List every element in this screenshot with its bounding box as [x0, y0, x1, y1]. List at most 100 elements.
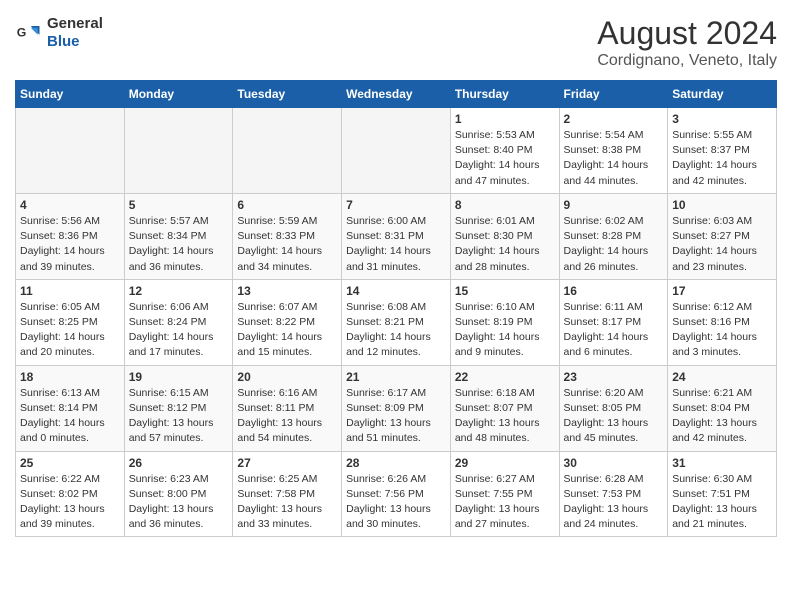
calendar-day-cell — [233, 108, 342, 194]
day-number: 1 — [455, 112, 555, 126]
day-number: 17 — [672, 284, 772, 298]
day-number: 25 — [20, 456, 120, 470]
day-info: Sunrise: 6:12 AM Sunset: 8:16 PM Dayligh… — [672, 300, 772, 361]
day-info: Sunrise: 6:06 AM Sunset: 8:24 PM Dayligh… — [129, 300, 229, 361]
day-number: 30 — [564, 456, 664, 470]
day-number: 5 — [129, 198, 229, 212]
calendar-week-row: 1Sunrise: 5:53 AM Sunset: 8:40 PM Daylig… — [16, 108, 777, 194]
day-number: 27 — [237, 456, 337, 470]
day-number: 14 — [346, 284, 446, 298]
calendar-week-row: 4Sunrise: 5:56 AM Sunset: 8:36 PM Daylig… — [16, 193, 777, 279]
calendar-day-cell: 4Sunrise: 5:56 AM Sunset: 8:36 PM Daylig… — [16, 193, 125, 279]
calendar-day-cell — [124, 108, 233, 194]
day-number: 10 — [672, 198, 772, 212]
day-info: Sunrise: 6:02 AM Sunset: 8:28 PM Dayligh… — [564, 214, 664, 275]
calendar-day-cell: 5 Sunrise: 5:57 AM Sunset: 8:34 PM Daylig… — [124, 193, 233, 279]
calendar-day-cell: 14 Sunrise: 6:08 AM Sunset: 8:21 PM Dayli… — [342, 279, 451, 365]
day-info: Sunrise: 6:17 AM Sunset: 8:09 PM Dayligh… — [346, 386, 446, 447]
day-number: 11 — [20, 284, 120, 298]
weekday-header-wednesday: Wednesday — [342, 81, 451, 108]
calendar-day-cell: 26Sunrise: 6:23 AM Sunset: 8:00 PM Dayli… — [124, 451, 233, 537]
day-number: 2 — [564, 112, 664, 126]
calendar-day-cell: 2Sunrise: 5:54 AM Sunset: 8:38 PM Daylig… — [559, 108, 668, 194]
calendar-day-cell: 9 Sunrise: 6:02 AM Sunset: 8:28 PM Daylig… — [559, 193, 668, 279]
weekday-header-sunday: Sunday — [16, 81, 125, 108]
calendar-table: SundayMondayTuesdayWednesdayThursdayFrid… — [15, 80, 777, 537]
weekday-header-saturday: Saturday — [668, 81, 777, 108]
day-number: 24 — [672, 370, 772, 384]
calendar-week-row: 18 Sunrise: 6:13 AM Sunset: 8:14 PM Dayli… — [16, 365, 777, 451]
day-info: Sunrise: 6:18 AM Sunset: 8:07 PM Dayligh… — [455, 386, 555, 447]
weekday-header-friday: Friday — [559, 81, 668, 108]
calendar-day-cell — [16, 108, 125, 194]
day-info: Sunrise: 5:59 AM Sunset: 8:33 PM Dayligh… — [237, 214, 337, 275]
day-info: Sunrise: 6:03 AM Sunset: 8:27 PM Dayligh… — [672, 214, 772, 275]
day-info: Sunrise: 6:27 AM Sunset: 7:55 PM Dayligh… — [455, 472, 555, 533]
day-number: 7 — [346, 198, 446, 212]
day-number: 20 — [237, 370, 337, 384]
day-info: Sunrise: 6:26 AM Sunset: 7:56 PM Dayligh… — [346, 472, 446, 533]
calendar-day-cell: 13 Sunrise: 6:07 AM Sunset: 8:22 PM Dayli… — [233, 279, 342, 365]
day-info: Sunrise: 6:20 AM Sunset: 8:05 PM Dayligh… — [564, 386, 664, 447]
calendar-day-cell: 22 Sunrise: 6:18 AM Sunset: 8:07 PM Dayli… — [450, 365, 559, 451]
calendar-day-cell: 7 Sunrise: 6:00 AM Sunset: 8:31 PM Daylig… — [342, 193, 451, 279]
day-info: Sunrise: 6:25 AM Sunset: 7:58 PM Dayligh… — [237, 472, 337, 533]
calendar-week-row: 11 Sunrise: 6:05 AM Sunset: 8:25 PM Dayli… — [16, 279, 777, 365]
day-info: Sunrise: 6:05 AM Sunset: 8:25 PM Dayligh… — [20, 300, 120, 361]
day-info: Sunrise: 6:22 AM Sunset: 8:02 PM Dayligh… — [20, 472, 120, 533]
title-block: August 2024 Cordignano, Veneto, Italy — [597, 15, 777, 70]
calendar-day-cell: 1Sunrise: 5:53 AM Sunset: 8:40 PM Daylig… — [450, 108, 559, 194]
day-info: Sunrise: 5:57 AM Sunset: 8:34 PM Dayligh… — [129, 214, 229, 275]
day-number: 23 — [564, 370, 664, 384]
day-number: 13 — [237, 284, 337, 298]
day-info: Sunrise: 5:56 AM Sunset: 8:36 PM Dayligh… — [20, 214, 120, 275]
calendar-day-cell: 8Sunrise: 6:01 AM Sunset: 8:30 PM Daylig… — [450, 193, 559, 279]
calendar-day-cell: 19Sunrise: 6:15 AM Sunset: 8:12 PM Dayli… — [124, 365, 233, 451]
day-info: Sunrise: 5:55 AM Sunset: 8:37 PM Dayligh… — [672, 128, 772, 189]
day-number: 9 — [564, 198, 664, 212]
logo-icon: G — [15, 19, 43, 47]
logo[interactable]: G General Blue — [15, 15, 103, 51]
calendar-day-cell: 12 Sunrise: 6:06 AM Sunset: 8:24 PM Dayli… — [124, 279, 233, 365]
calendar-title: August 2024 — [597, 15, 777, 52]
day-number: 21 — [346, 370, 446, 384]
page-header: G General Blue August 2024 Cordignano, V… — [15, 15, 777, 70]
day-number: 22 — [455, 370, 555, 384]
calendar-day-cell: 6 Sunrise: 5:59 AM Sunset: 8:33 PM Daylig… — [233, 193, 342, 279]
calendar-day-cell: 24Sunrise: 6:21 AM Sunset: 8:04 PM Dayli… — [668, 365, 777, 451]
calendar-day-cell: 18 Sunrise: 6:13 AM Sunset: 8:14 PM Dayli… — [16, 365, 125, 451]
calendar-day-cell: 11 Sunrise: 6:05 AM Sunset: 8:25 PM Dayli… — [16, 279, 125, 365]
day-number: 26 — [129, 456, 229, 470]
calendar-day-cell: 16Sunrise: 6:11 AM Sunset: 8:17 PM Dayli… — [559, 279, 668, 365]
logo-text-general: General — [47, 15, 103, 32]
calendar-day-cell — [342, 108, 451, 194]
calendar-day-cell: 30 Sunrise: 6:28 AM Sunset: 7:53 PM Dayli… — [559, 451, 668, 537]
day-info: Sunrise: 6:16 AM Sunset: 8:11 PM Dayligh… — [237, 386, 337, 447]
calendar-day-cell: 25 Sunrise: 6:22 AM Sunset: 8:02 PM Dayli… — [16, 451, 125, 537]
calendar-day-cell: 29Sunrise: 6:27 AM Sunset: 7:55 PM Dayli… — [450, 451, 559, 537]
day-number: 18 — [20, 370, 120, 384]
day-number: 31 — [672, 456, 772, 470]
day-number: 12 — [129, 284, 229, 298]
day-info: Sunrise: 6:00 AM Sunset: 8:31 PM Dayligh… — [346, 214, 446, 275]
day-number: 8 — [455, 198, 555, 212]
weekday-header-monday: Monday — [124, 81, 233, 108]
day-info: Sunrise: 6:08 AM Sunset: 8:21 PM Dayligh… — [346, 300, 446, 361]
day-number: 28 — [346, 456, 446, 470]
day-info: Sunrise: 6:13 AM Sunset: 8:14 PM Dayligh… — [20, 386, 120, 447]
calendar-day-cell: 17 Sunrise: 6:12 AM Sunset: 8:16 PM Dayli… — [668, 279, 777, 365]
day-info: Sunrise: 6:11 AM Sunset: 8:17 PM Dayligh… — [564, 300, 664, 361]
day-info: Sunrise: 6:30 AM Sunset: 7:51 PM Dayligh… — [672, 472, 772, 533]
day-info: Sunrise: 6:28 AM Sunset: 7:53 PM Dayligh… — [564, 472, 664, 533]
weekday-header-tuesday: Tuesday — [233, 81, 342, 108]
calendar-day-cell: 20 Sunrise: 6:16 AM Sunset: 8:11 PM Dayli… — [233, 365, 342, 451]
calendar-week-row: 25 Sunrise: 6:22 AM Sunset: 8:02 PM Dayli… — [16, 451, 777, 537]
calendar-subtitle: Cordignano, Veneto, Italy — [597, 52, 777, 70]
calendar-day-cell: 31 Sunrise: 6:30 AM Sunset: 7:51 PM Dayli… — [668, 451, 777, 537]
day-info: Sunrise: 6:07 AM Sunset: 8:22 PM Dayligh… — [237, 300, 337, 361]
calendar-day-cell: 28 Sunrise: 6:26 AM Sunset: 7:56 PM Dayli… — [342, 451, 451, 537]
day-number: 6 — [237, 198, 337, 212]
day-info: Sunrise: 6:15 AM Sunset: 8:12 PM Dayligh… — [129, 386, 229, 447]
logo-text-blue: Blue — [47, 33, 80, 50]
day-info: Sunrise: 6:10 AM Sunset: 8:19 PM Dayligh… — [455, 300, 555, 361]
